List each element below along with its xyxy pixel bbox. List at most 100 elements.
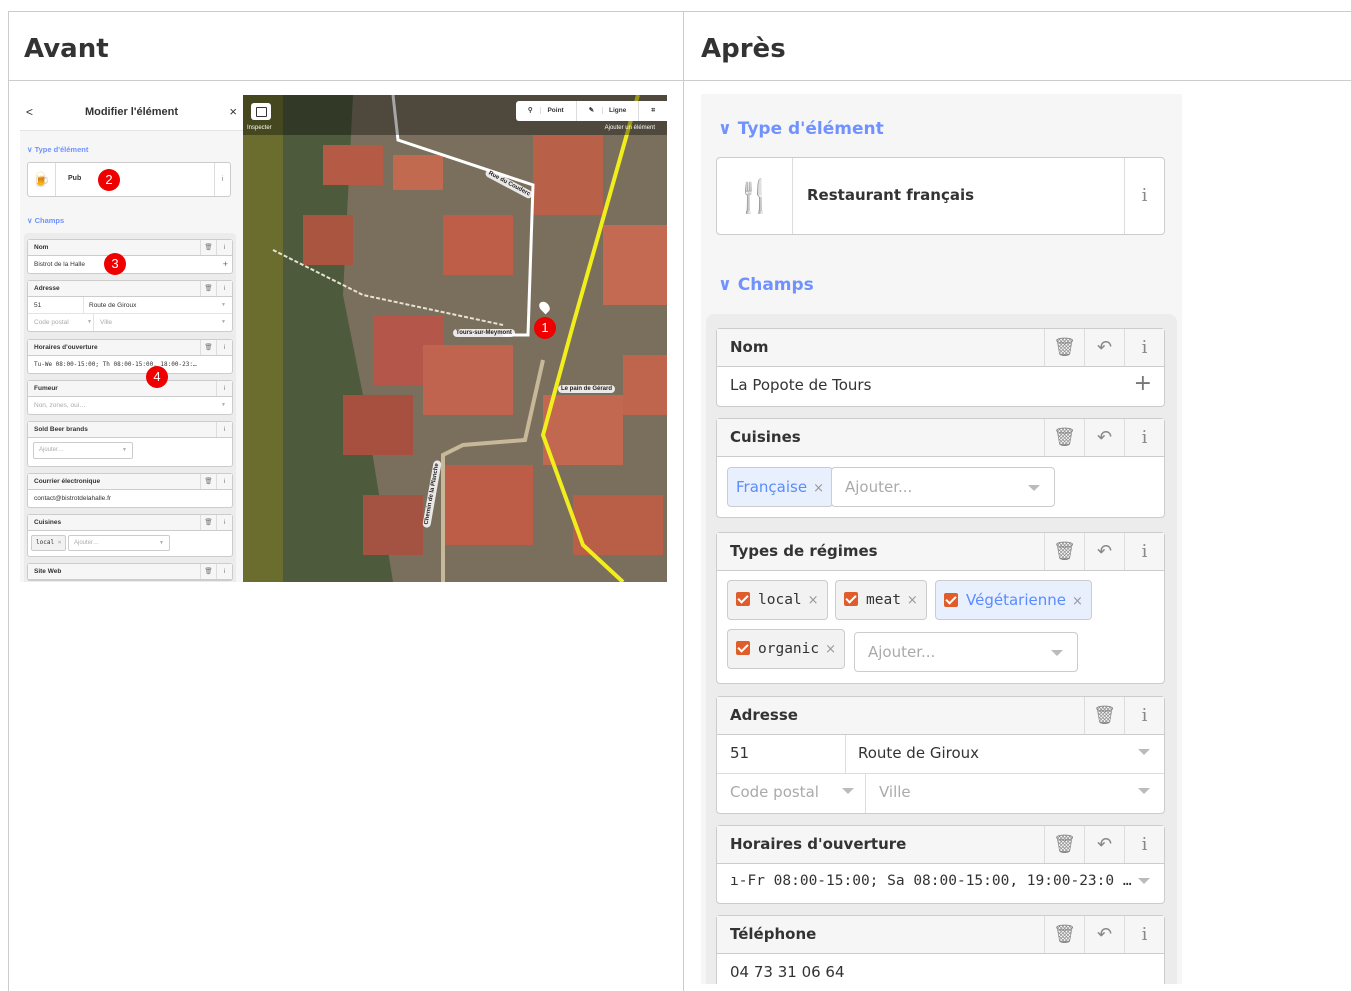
- trash-icon[interactable]: 🗑: [200, 515, 216, 530]
- add-area-button[interactable]: ⌗: [638, 101, 667, 121]
- info-icon[interactable]: i: [214, 163, 230, 196]
- sidebar-title: Modifier l'élément: [84, 106, 179, 118]
- field-cuisine: Cuisines 🗑 ↶ i Française × Ajouter...: [716, 418, 1165, 518]
- info-icon[interactable]: i: [216, 564, 232, 579]
- hours-input[interactable]: Tu-We 08:00-15:00; Th 08:00-15:00, 18:00…: [28, 356, 232, 373]
- cuisine-chip[interactable]: Française ×: [727, 467, 833, 507]
- map-view[interactable]: Inspecter Ajouter un élément ⚲ Point ✎ L…: [243, 95, 667, 582]
- undo-icon[interactable]: ↶: [1084, 419, 1124, 456]
- trash-icon[interactable]: 🗑: [200, 281, 216, 296]
- info-icon[interactable]: i: [1124, 916, 1164, 953]
- street-input[interactable]: Route de Giroux: [89, 302, 136, 309]
- field-label: Site Web: [34, 568, 62, 575]
- section-label: Champs: [737, 275, 814, 295]
- info-icon[interactable]: i: [1124, 419, 1164, 456]
- poi-label[interactable]: Le pain de Gérard: [558, 385, 616, 393]
- add-point-button[interactable]: ⚲ Point: [516, 101, 576, 121]
- housenumber-input[interactable]: 51: [730, 744, 749, 762]
- field-label: Horaires d'ouverture: [730, 835, 907, 853]
- info-icon[interactable]: i: [216, 515, 232, 530]
- close-button[interactable]: ×: [229, 104, 237, 119]
- field-label: Horaires d'ouverture: [34, 344, 98, 351]
- street-input[interactable]: Route de Giroux: [858, 744, 979, 762]
- preset-selector[interactable]: 🍴 Restaurant français i: [716, 157, 1165, 235]
- checkbox-icon[interactable]: [944, 593, 958, 607]
- plus-icon[interactable]: +: [223, 259, 228, 269]
- info-icon[interactable]: i: [1124, 697, 1164, 734]
- trash-icon[interactable]: 🗑: [200, 240, 216, 255]
- postcode-input[interactable]: Code postal: [730, 783, 819, 801]
- housenumber-input[interactable]: 51: [34, 302, 41, 309]
- field-label: Sold Beer brands: [34, 426, 88, 433]
- diet-chip[interactable]: organic ×: [727, 629, 846, 669]
- before-title: Avant: [24, 34, 109, 64]
- remove-icon[interactable]: ×: [808, 593, 819, 608]
- section-toggle-type[interactable]: ∨ Type d'élément: [27, 145, 88, 154]
- trash-icon[interactable]: 🗑: [1044, 533, 1084, 570]
- undo-icon[interactable]: ↶: [1084, 329, 1124, 366]
- hours-input[interactable]: ı-Fr 08:00-15:00; Sa 08:00-15:00, 19:00-…: [717, 864, 1164, 903]
- fork-knife-icon: 🍴: [717, 158, 793, 234]
- phone-input[interactable]: 04 73 31 06 64: [717, 954, 1164, 984]
- add-line-button[interactable]: ✎ Ligne: [575, 101, 639, 121]
- name-input[interactable]: Bistrot de la Halle +: [28, 256, 232, 273]
- trash-icon[interactable]: 🗑: [1044, 916, 1084, 953]
- diet-combo[interactable]: Ajouter...: [854, 632, 1078, 672]
- email-input[interactable]: contact@bistrotdelahalle.fr: [28, 490, 232, 507]
- undo-icon[interactable]: ↶: [1084, 916, 1124, 953]
- sidebar-toggle-button[interactable]: [251, 103, 271, 120]
- trash-icon[interactable]: 🗑: [1044, 329, 1084, 366]
- area-icon: ⌗: [651, 107, 655, 114]
- info-icon[interactable]: i: [1124, 329, 1164, 366]
- diet-chip[interactable]: Végétarienne ×: [935, 580, 1092, 620]
- place-label[interactable]: Tours-sur-Meymont: [453, 329, 515, 337]
- diet-chip[interactable]: meat ×: [835, 580, 927, 620]
- postcode-input[interactable]: Code postal: [34, 319, 69, 326]
- info-icon[interactable]: i: [216, 240, 232, 255]
- section-toggle-fields[interactable]: ∨ Champs: [27, 216, 64, 225]
- remove-icon[interactable]: ×: [813, 481, 824, 496]
- remove-icon[interactable]: ×: [907, 593, 918, 608]
- field-cuisine: Cuisines 🗑 i local × Ajouter… ▼: [27, 514, 233, 557]
- city-input[interactable]: Ville: [100, 319, 112, 326]
- plus-icon[interactable]: +: [1134, 371, 1152, 396]
- beer-combo[interactable]: Ajouter… ▼: [33, 442, 133, 459]
- info-icon[interactable]: i: [1124, 158, 1164, 234]
- remove-icon[interactable]: ×: [1072, 594, 1083, 609]
- trash-icon[interactable]: 🗑: [1084, 697, 1124, 734]
- undo-icon[interactable]: ↶: [1084, 826, 1124, 863]
- cuisine-chip[interactable]: local ×: [31, 535, 67, 551]
- preset-name: Pub: [68, 175, 82, 182]
- cuisine-combo[interactable]: Ajouter… ▼: [68, 535, 170, 551]
- checkbox-icon[interactable]: [736, 641, 750, 655]
- chevron-down-icon: [842, 788, 854, 794]
- trash-icon[interactable]: 🗑: [1044, 419, 1084, 456]
- remove-icon[interactable]: ×: [58, 539, 62, 546]
- section-toggle-fields[interactable]: ∨ Champs: [718, 275, 814, 295]
- info-icon[interactable]: i: [216, 381, 232, 396]
- diet-chip[interactable]: local ×: [727, 580, 828, 620]
- checkbox-icon[interactable]: [736, 592, 750, 606]
- info-icon[interactable]: i: [1124, 826, 1164, 863]
- callout-badge-2: 2: [98, 169, 120, 191]
- trash-icon[interactable]: 🗑: [200, 340, 216, 355]
- remove-icon[interactable]: ×: [825, 642, 836, 657]
- trash-icon[interactable]: 🗑: [200, 474, 216, 489]
- info-icon[interactable]: i: [216, 281, 232, 296]
- checkbox-icon[interactable]: [844, 592, 858, 606]
- chevron-down-icon: ▼: [122, 447, 127, 453]
- info-icon[interactable]: i: [216, 474, 232, 489]
- undo-icon[interactable]: ↶: [1084, 533, 1124, 570]
- preset-selector[interactable]: 🍺 Pub i: [27, 162, 231, 197]
- trash-icon[interactable]: 🗑: [1044, 826, 1084, 863]
- info-icon[interactable]: i: [1124, 533, 1164, 570]
- info-icon[interactable]: i: [216, 340, 232, 355]
- section-toggle-type[interactable]: ∨ Type d'élément: [718, 119, 884, 139]
- field-label: Nom: [34, 244, 49, 251]
- name-input[interactable]: La Popote de Tours +: [717, 367, 1164, 406]
- trash-icon[interactable]: 🗑: [200, 564, 216, 579]
- cuisine-combo[interactable]: Ajouter...: [831, 467, 1055, 507]
- city-input[interactable]: Ville: [879, 783, 911, 801]
- info-icon[interactable]: i: [216, 422, 232, 437]
- smoking-combo[interactable]: Non, zones, oui… ▼: [28, 397, 232, 414]
